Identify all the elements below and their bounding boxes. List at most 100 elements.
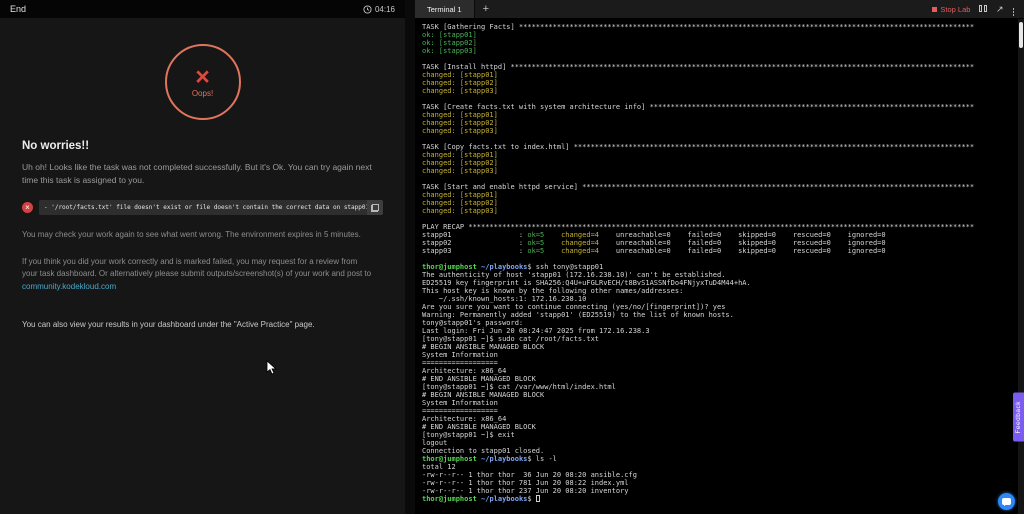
check-note: You may check your work again to see wha… — [22, 229, 374, 241]
terminal-line: changed: [stapp01] — [422, 151, 1017, 159]
left-topbar: End 04:16 — [0, 0, 405, 18]
terminal-line: TASK [Install httpd] *******************… — [422, 63, 1017, 71]
terminal-line: # BEGIN ANSIBLE MANAGED BLOCK — [422, 391, 1017, 399]
terminal-line: Architecture: x86_64 — [422, 367, 1017, 375]
terminal-line: ED25519 key fingerprint is SHA256:Q4U+uF… — [422, 279, 1017, 287]
terminal-line: ok: [stapp03] — [422, 47, 1017, 55]
terminal-line: logout — [422, 439, 1017, 447]
terminal-line: changed: [stapp01] — [422, 111, 1017, 119]
terminal-line: changed: [stapp03] — [422, 87, 1017, 95]
review-note: If you think you did your work correctly… — [22, 256, 374, 293]
terminal-line: -rw-r--r-- 1 thor thor 36 Jun 20 08:20 a… — [422, 471, 1017, 479]
terminal-line: changed: [stapp02] — [422, 159, 1017, 167]
open-external-button[interactable]: ↗ — [996, 5, 1004, 14]
terminal-line: ~/.ssh/known_hosts:1: 172.16.238.10 — [422, 295, 1017, 303]
oops-badge: × Oops! — [165, 44, 241, 120]
terminal-line: total 12 — [422, 463, 1017, 471]
terminal-tab[interactable]: Terminal 1 — [415, 0, 475, 18]
terminal-line: changed: [stapp01] — [422, 191, 1017, 199]
terminal-actions: Stop Lab ↗ — [932, 3, 1024, 16]
clock-icon — [363, 5, 372, 14]
result-heading: No worries!! — [22, 140, 383, 152]
copy-button[interactable] — [367, 200, 383, 215]
terminal-output[interactable]: TASK [Gathering Facts] *****************… — [415, 18, 1017, 514]
end-button[interactable]: End — [10, 4, 26, 14]
external-link-icon: ↗ — [996, 4, 1004, 14]
terminal-line: [tony@stapp01 ~]$ exit — [422, 431, 1017, 439]
terminal-line: TASK [Copy facts.txt to index.html] ****… — [422, 143, 1017, 151]
terminal-line: Are you sure you want to continue connec… — [422, 303, 1017, 311]
terminal-line: PLAY RECAP *****************************… — [422, 223, 1017, 231]
terminal-line: This host key is known by the following … — [422, 287, 1017, 295]
terminal-line — [422, 255, 1017, 263]
terminal-line — [422, 215, 1017, 223]
split-view-button[interactable] — [979, 5, 987, 14]
stop-icon — [932, 7, 937, 12]
kebab-menu-icon — [1013, 8, 1015, 16]
terminal-line: System Information — [422, 351, 1017, 359]
terminal-line: TASK [Create facts.txt with system archi… — [422, 103, 1017, 111]
split-icon — [979, 5, 987, 12]
oops-label: Oops! — [192, 89, 213, 98]
terminal-line: thor@jumphost ~/playbooks$ — [422, 495, 1017, 503]
timer-value: 04:16 — [375, 5, 395, 14]
terminal-line: changed: [stapp03] — [422, 127, 1017, 135]
copy-icon — [371, 204, 379, 212]
error-x-icon: × — [195, 66, 210, 88]
terminal-line: tony@stapp01's password: — [422, 319, 1017, 327]
mouse-cursor — [266, 360, 278, 376]
terminal-line: ok: [stapp01] — [422, 31, 1017, 39]
terminal-line: -rw-r--r-- 1 thor thor 237 Jun 20 08:20 … — [422, 487, 1017, 495]
terminal-scrollbar-thumb[interactable] — [1019, 22, 1023, 48]
terminal-line: ================== — [422, 407, 1017, 415]
new-terminal-button[interactable]: + — [475, 3, 497, 15]
terminal-line — [422, 55, 1017, 63]
chat-widget-button[interactable] — [998, 493, 1015, 510]
terminal-line: # END ANSIBLE MANAGED BLOCK — [422, 375, 1017, 383]
terminal-line: The authenticity of host 'stapp01 (172.1… — [422, 271, 1017, 279]
chat-icon — [1002, 498, 1011, 505]
terminal-line: stapp01 : ok=5 changed=4 unreachable=0 f… — [422, 231, 1017, 239]
dashboard-note: You can also view your results in your d… — [22, 319, 374, 331]
stop-lab-button[interactable]: Stop Lab — [932, 5, 970, 14]
terminal-line: Warning: Permanently added 'stapp01' (ED… — [422, 311, 1017, 319]
feedback-tab[interactable]: Feedback — [1013, 393, 1024, 442]
terminal-line: changed: [stapp03] — [422, 167, 1017, 175]
terminal-line: changed: [stapp01] — [422, 71, 1017, 79]
session-timer: 04:16 — [363, 5, 395, 14]
terminal-line: [tony@stapp01 ~]$ sudo cat /root/facts.t… — [422, 335, 1017, 343]
terminal-line: stapp02 : ok=5 changed=4 unreachable=0 f… — [422, 239, 1017, 247]
terminal-line: changed: [stapp03] — [422, 207, 1017, 215]
terminal-line: thor@jumphost ~/playbooks$ ssh tony@stap… — [422, 263, 1017, 271]
terminal-line: Architecture: x86_64 — [422, 415, 1017, 423]
terminal-line: thor@jumphost ~/playbooks$ ls -l — [422, 455, 1017, 463]
terminal-line: [tony@stapp01 ~]$ cat /var/www/html/inde… — [422, 383, 1017, 391]
terminal-line: stapp03 : ok=5 changed=4 unreachable=0 f… — [422, 247, 1017, 255]
terminal-line: ================== — [422, 359, 1017, 367]
terminal-line: changed: [stapp02] — [422, 119, 1017, 127]
result-content: No worries!! Uh oh! Looks like the task … — [0, 140, 405, 331]
terminal-line — [422, 135, 1017, 143]
terminal-line: changed: [stapp02] — [422, 199, 1017, 207]
terminal-line — [422, 95, 1017, 103]
terminal-menu-button[interactable] — [1013, 3, 1015, 16]
error-circle-x-icon: × — [22, 202, 33, 213]
community-link[interactable]: community.kodekloud.com — [22, 282, 116, 291]
terminal-line: Connection to stapp01 closed. — [422, 447, 1017, 455]
terminal-line: # END ANSIBLE MANAGED BLOCK — [422, 423, 1017, 431]
result-message: Uh oh! Looks like the task was not compl… — [22, 161, 374, 187]
terminal-line: TASK [Gathering Facts] *****************… — [422, 23, 1017, 31]
stop-lab-label: Stop Lab — [940, 5, 970, 14]
error-detail-bar: - '/root/facts.txt' file doesn't exist o… — [39, 200, 383, 215]
task-result-panel: End 04:16 × Oops! No worries!! Uh oh! Lo… — [0, 0, 405, 514]
terminal-panel: Terminal 1 + Stop Lab ↗ TASK [Gathering … — [415, 0, 1024, 514]
terminal-line: -rw-r--r-- 1 thor thor 781 Jun 20 08:22 … — [422, 479, 1017, 487]
error-detail-text: - '/root/facts.txt' file doesn't exist o… — [39, 200, 367, 215]
terminal-line: changed: [stapp02] — [422, 79, 1017, 87]
terminal-line — [422, 175, 1017, 183]
terminal-line: # BEGIN ANSIBLE MANAGED BLOCK — [422, 343, 1017, 351]
review-note-text: If you think you did your work correctly… — [22, 257, 371, 278]
terminal-line: TASK [Start and enable httpd service] **… — [422, 183, 1017, 191]
error-row: × - '/root/facts.txt' file doesn't exist… — [22, 200, 383, 215]
terminal-line: Last login: Fri Jun 20 08:24:47 2025 fro… — [422, 327, 1017, 335]
